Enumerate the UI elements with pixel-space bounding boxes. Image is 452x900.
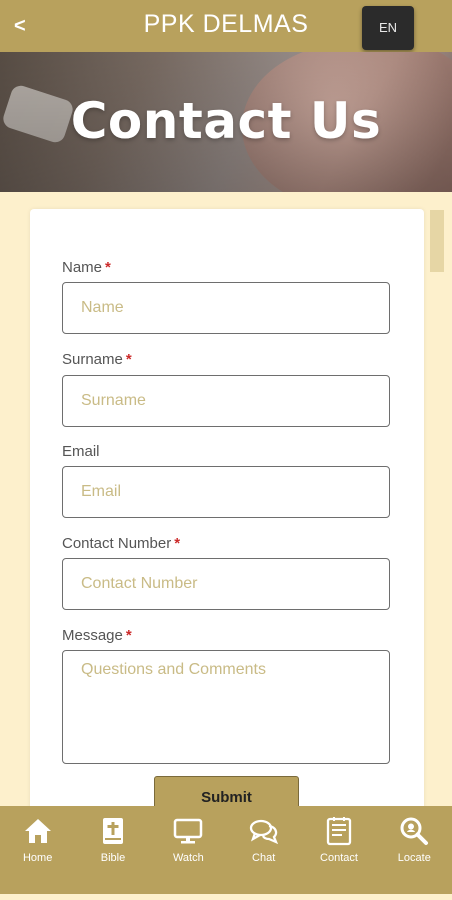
contact-icon (326, 817, 352, 846)
top-bar: < PPK DELMAS EN (0, 0, 452, 52)
nav-item-bible[interactable]: Bible (75, 806, 150, 894)
surname-field[interactable] (62, 375, 390, 427)
contact-number-label: Contact Number * (62, 535, 181, 552)
nav-item-chat[interactable]: Chat (226, 806, 301, 894)
page-title: Contact Us (70, 92, 382, 150)
background-strip (430, 210, 444, 272)
name-label: Name * (62, 259, 111, 276)
monitor-icon (174, 818, 203, 844)
surname-label: Surname * (62, 351, 132, 368)
message-label: Message * (62, 627, 132, 644)
home-icon (24, 819, 51, 843)
bottom-nav: Home Bible Watch Chat Contact Locate (0, 806, 452, 894)
hero-banner: Contact Us (0, 52, 452, 192)
required-marker: * (125, 351, 132, 368)
bible-icon (102, 818, 123, 844)
required-marker: * (174, 535, 181, 552)
required-marker: * (105, 259, 111, 276)
required-marker: * (125, 627, 132, 644)
language-button[interactable]: EN (362, 6, 414, 50)
email-label: Email (62, 443, 100, 460)
contact-number-field[interactable] (62, 558, 390, 610)
name-field[interactable] (62, 282, 390, 334)
nav-item-watch[interactable]: Watch (151, 806, 226, 894)
nav-item-locate[interactable]: Locate (377, 806, 452, 894)
contact-form-card: Name* Surname* Email Contact Number* Mes… (30, 209, 424, 829)
email-field[interactable] (62, 466, 390, 518)
chat-icon (249, 819, 278, 845)
search-location-icon (400, 817, 429, 845)
nav-item-home[interactable]: Home (0, 806, 75, 894)
nav-item-contact[interactable]: Contact (301, 806, 376, 894)
message-field[interactable] (62, 650, 390, 764)
